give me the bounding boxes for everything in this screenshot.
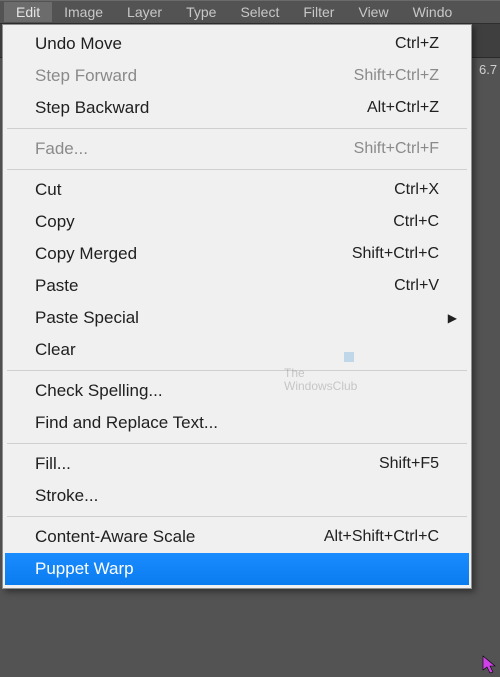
menu-item-stroke[interactable]: Stroke... <box>5 480 469 512</box>
menu-item-label: Content-Aware Scale <box>35 527 324 547</box>
menu-item-copy[interactable]: CopyCtrl+C <box>5 206 469 238</box>
menu-filter[interactable]: Filter <box>291 2 346 22</box>
menu-image[interactable]: Image <box>52 2 115 22</box>
menu-separator <box>7 443 467 444</box>
menu-item-label: Fill... <box>35 454 379 474</box>
menu-item-copy-merged[interactable]: Copy MergedShift+Ctrl+C <box>5 238 469 270</box>
menu-item-puppet-warp[interactable]: Puppet Warp <box>5 553 469 585</box>
chevron-right-icon: ▶ <box>448 311 457 325</box>
menu-windo[interactable]: Windo <box>401 2 465 22</box>
menu-item-find-and-replace-text[interactable]: Find and Replace Text... <box>5 407 469 439</box>
menu-item-shortcut: Alt+Ctrl+Z <box>367 99 439 117</box>
menu-item-label: Stroke... <box>35 486 439 506</box>
menu-separator <box>7 516 467 517</box>
menu-item-label: Copy Merged <box>35 244 352 264</box>
menu-item-fill[interactable]: Fill...Shift+F5 <box>5 448 469 480</box>
menu-item-content-aware-scale[interactable]: Content-Aware ScaleAlt+Shift+Ctrl+C <box>5 521 469 553</box>
menu-select[interactable]: Select <box>228 2 291 22</box>
menu-item-step-backward[interactable]: Step BackwardAlt+Ctrl+Z <box>5 92 469 124</box>
menu-item-label: Clear <box>35 340 439 360</box>
menu-item-check-spelling[interactable]: Check Spelling... <box>5 375 469 407</box>
menu-item-label: Copy <box>35 212 393 232</box>
menu-item-clear[interactable]: Clear <box>5 334 469 366</box>
menu-item-label: Paste Special <box>35 308 439 328</box>
menu-item-paste-special[interactable]: Paste Special ▶ <box>5 302 469 334</box>
menu-item-paste[interactable]: PasteCtrl+V <box>5 270 469 302</box>
menu-item-step-forward: Step ForwardShift+Ctrl+Z <box>5 60 469 92</box>
menu-item-label: Puppet Warp <box>35 559 439 579</box>
menu-item-shortcut: Ctrl+C <box>393 213 439 231</box>
menu-layer[interactable]: Layer <box>115 2 174 22</box>
menu-item-label: Fade... <box>35 139 354 159</box>
menu-item-shortcut: Ctrl+V <box>394 277 439 295</box>
menu-edit[interactable]: Edit <box>4 2 52 22</box>
menu-item-cut[interactable]: CutCtrl+X <box>5 174 469 206</box>
menu-type[interactable]: Type <box>174 2 228 22</box>
menu-separator <box>7 169 467 170</box>
menu-view[interactable]: View <box>346 2 400 22</box>
menubar: EditImageLayerTypeSelectFilterViewWindo <box>0 0 500 24</box>
menu-item-label: Check Spelling... <box>35 381 439 401</box>
menu-item-undo-move[interactable]: Undo MoveCtrl+Z <box>5 28 469 60</box>
edit-menu-dropdown: Undo MoveCtrl+ZStep ForwardShift+Ctrl+ZS… <box>2 24 472 589</box>
menu-item-shortcut: Shift+Ctrl+C <box>352 245 439 263</box>
menu-item-label: Cut <box>35 180 394 200</box>
menu-item-label: Step Forward <box>35 66 354 86</box>
menu-item-shortcut: Shift+F5 <box>379 455 439 473</box>
menu-item-fade: Fade...Shift+Ctrl+F <box>5 133 469 165</box>
menu-item-label: Step Backward <box>35 98 367 118</box>
menu-item-shortcut: Shift+Ctrl+Z <box>354 67 439 85</box>
cursor-icon <box>482 655 498 675</box>
menu-item-shortcut: Ctrl+Z <box>395 35 439 53</box>
menu-item-label: Paste <box>35 276 394 296</box>
menu-item-label: Find and Replace Text... <box>35 413 439 433</box>
menu-separator <box>7 128 467 129</box>
menu-item-shortcut: Ctrl+X <box>394 181 439 199</box>
menu-separator <box>7 370 467 371</box>
menu-item-shortcut: Shift+Ctrl+F <box>354 140 439 158</box>
menu-item-shortcut: Alt+Shift+Ctrl+C <box>324 528 439 546</box>
zoom-readout: 6.7 <box>476 58 500 80</box>
menu-item-label: Undo Move <box>35 34 395 54</box>
